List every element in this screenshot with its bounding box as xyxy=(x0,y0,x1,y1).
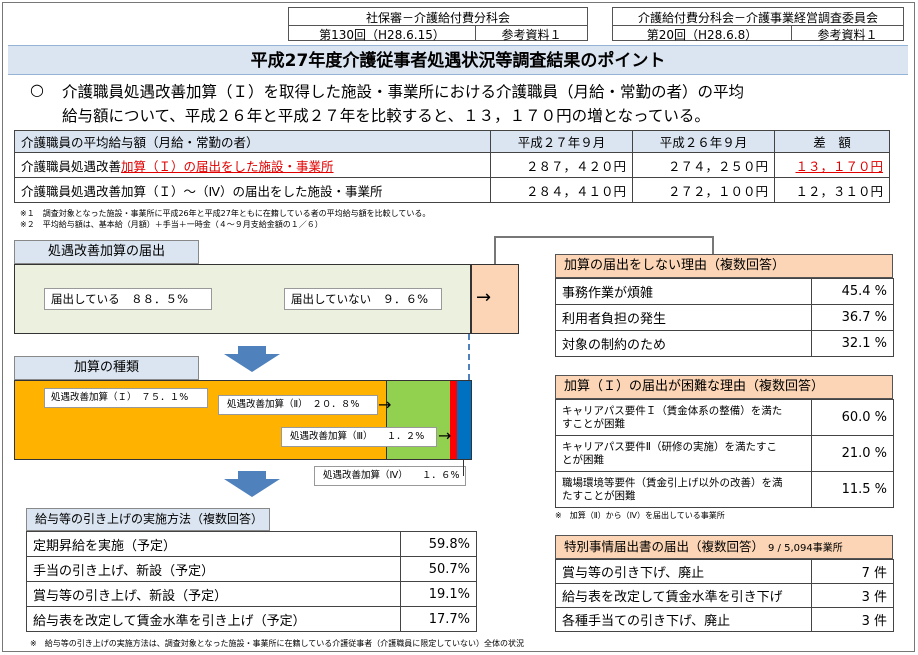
raise-methods-title: 給与等の引き上げの実施方法（複数回答） xyxy=(26,508,270,531)
header-right-org: 介護給付費分科会－介護事業経営調査委員会 xyxy=(637,11,878,25)
types-arrow-2: → xyxy=(378,395,392,414)
row1-label-highlight: 加算（Ｉ）の届出をした施設・事業所 xyxy=(121,158,334,174)
reason-label: 対象の制約のため xyxy=(555,330,812,357)
special-value: 7 件 xyxy=(811,559,894,584)
reason-value: 36.7 % xyxy=(811,304,894,331)
reasons-not-filing-table: 事務作業が煩雑 45.4 % 利用者負担の発生 36.7 % 対象の制約のため 32.… xyxy=(555,278,894,357)
types-label-3: 処遇改善加算（Ⅲ） １．２% xyxy=(281,427,437,447)
method-value: 19.1% xyxy=(400,581,477,607)
header-left: 社保審－介護給付費分科会 第130回（H28.6.15） 参考資料１ xyxy=(288,7,588,42)
row1-label: 介護職員処遇改善加算（Ｉ）の届出をした施設・事業所 xyxy=(14,152,491,178)
salary-table: 介護職員の平均給与額（月給・常勤の者） 平成２７年９月 平成２６年９月 差 額 … xyxy=(14,130,890,203)
difficult-label: キャリアパス要件Ｉ（賃金体系の整備）を満た すことが困難 xyxy=(555,399,812,436)
row2-h27: ２８４，４１０円 xyxy=(490,177,633,203)
col-header-h27: 平成２７年９月 xyxy=(490,130,633,153)
row2-diff: １２，３１０円 xyxy=(774,177,890,203)
reason-label: 事務作業が煩雑 xyxy=(555,278,812,305)
header-right-ref: 参考資料１ xyxy=(817,28,878,42)
note-2: ※２ 平均給与額は、基本給（月額）＋手当＋一時金（４～９月支給金額の１／６） xyxy=(20,220,323,229)
summary-line1: 介護職員処遇改善加算（Ｉ）を取得した施設・事業所における介護職員（月給・常勤の者… xyxy=(62,83,745,101)
col-header-h26: 平成２６年９月 xyxy=(632,130,775,153)
special-label: 給与表を改定して賃金水準を引き下げ xyxy=(555,583,812,608)
difficult-value: 60.0 % xyxy=(811,399,894,436)
method-label: 賞与等の引き上げ、新設（予定） xyxy=(26,581,401,607)
special-label: 賞与等の引き下げ、廃止 xyxy=(555,559,812,584)
header-left-ref: 参考資料１ xyxy=(501,28,562,42)
types-seg-3 xyxy=(450,381,457,459)
special-title-text: 特別事情届出書の届出（複数回答） xyxy=(564,539,765,554)
special-label: 各種手当ての引き下げ、廃止 xyxy=(555,607,812,632)
method-value: 59.8% xyxy=(400,531,477,557)
method-label: 定期昇給を実施（予定） xyxy=(26,531,401,557)
method-value: 17.7% xyxy=(400,606,477,632)
difficult-value: 11.5 % xyxy=(811,471,894,508)
header-right-meeting: 第20回（H28.6.8） xyxy=(646,28,758,42)
types-label-4: 処遇改善加算（Ⅳ） １．６% xyxy=(314,466,466,486)
reasons-not-filing-title: 加算の届出をしない理由（複数回答） xyxy=(555,254,893,278)
filing-filed-label: 届出している ８８．５% xyxy=(44,288,212,310)
method-value: 50.7% xyxy=(400,556,477,582)
types-label-2: 処遇改善加算（Ⅱ） ２０．８% xyxy=(218,395,378,415)
row1-h27: ２８７，４２０円 xyxy=(490,152,633,178)
reason-value: 32.1 % xyxy=(811,330,894,357)
down-arrow-icon xyxy=(224,346,280,372)
raise-methods-note: ※ 給与等の引き上げの実施方法は、調査対象となった施設・事業所に在籍している介護… xyxy=(30,639,524,648)
types-line-4 xyxy=(463,460,464,476)
reason-value: 45.4 % xyxy=(811,278,894,305)
filing-title: 処遇改善加算の届出 xyxy=(14,240,199,264)
special-table: 賞与等の引き下げ、廃止 7 件 給与表を改定して賃金水準を引き下げ 3 件 各種手当… xyxy=(555,559,894,632)
row1-diff: １３，１７０円 xyxy=(774,152,890,178)
col-header-diff: 差 額 xyxy=(774,130,890,153)
row2-h26: ２７２，１００円 xyxy=(632,177,775,203)
special-title: 特別事情届出書の届出（複数回答） 9 / 5,094事業所 xyxy=(555,535,893,559)
difficult-value: 21.0 % xyxy=(811,435,894,472)
header-left-meeting: 第130回（H28.6.15） xyxy=(319,28,445,42)
note-1: ※１ 調査対象となった施設・事業所に平成26年と平成27年ともに在籍している者の… xyxy=(20,209,431,218)
header-left-org: 社保審－介護給付費分科会 xyxy=(365,11,510,25)
reason-label: 利用者負担の発生 xyxy=(555,304,812,331)
reasons-difficult-note: ※ 加算（Ⅱ）から（Ⅳ）を届出している事業所 xyxy=(555,511,725,520)
special-count: 9 / 5,094事業所 xyxy=(768,543,843,554)
method-label: 給与表を改定して賃金水準を引き上げ（予定） xyxy=(26,606,401,632)
reasons-difficult-title: 加算（Ｉ）の届出が困難な理由（複数回答） xyxy=(555,375,893,399)
dashed-link xyxy=(468,334,470,380)
special-value: 3 件 xyxy=(811,607,894,632)
page-title: 平成27年度介護従事者処遇状況等調査結果のポイント xyxy=(8,45,908,75)
summary-line2: 給与額について、平成２６年と平成２７年を比較すると、１３，１７０円の増となってい… xyxy=(62,107,710,125)
special-value: 3 件 xyxy=(811,583,894,608)
types-seg-2 xyxy=(386,381,451,459)
filing-arrow: → xyxy=(476,287,492,308)
filing-notfiled-label: 届出していない ９．６% xyxy=(284,288,442,310)
difficult-label: 職場環境等要件（賃金引上げ以外の改善）を満 たすことが困難 xyxy=(555,471,812,508)
row1-h26: ２７４，２５０円 xyxy=(632,152,775,178)
down-arrow-icon xyxy=(224,471,280,497)
summary-bullet: ○ xyxy=(30,80,44,99)
raise-methods-table: 定期昇給を実施（予定） 59.8% 手当の引き上げ、新設（予定） 50.7% 賞与等… xyxy=(26,531,477,632)
col-header-label: 介護職員の平均給与額（月給・常勤の者） xyxy=(14,130,491,153)
method-label: 手当の引き上げ、新設（予定） xyxy=(26,556,401,582)
row2-label: 介護職員処遇改善加算（Ｉ）～（Ⅳ）の届出をした施設・事業所 xyxy=(14,177,491,203)
reasons-difficult-table: キャリアパス要件Ｉ（賃金体系の整備）を満た すことが困難 60.0 % キャリアパス… xyxy=(555,399,894,508)
types-label-1: 処遇改善加算（Ｉ） ７５．１% xyxy=(44,388,208,408)
header-right: 介護給付費分科会－介護事業経営調査委員会 第20回（H28.6.8） 参考資料１ xyxy=(612,7,904,42)
types-arrow-3: → xyxy=(438,426,452,445)
types-seg-4 xyxy=(457,381,471,459)
types-title: 加算の種類 xyxy=(14,356,199,380)
difficult-label: キャリアパス要件Ⅱ（研修の実施）を満たすこ とが困難 xyxy=(555,435,812,472)
